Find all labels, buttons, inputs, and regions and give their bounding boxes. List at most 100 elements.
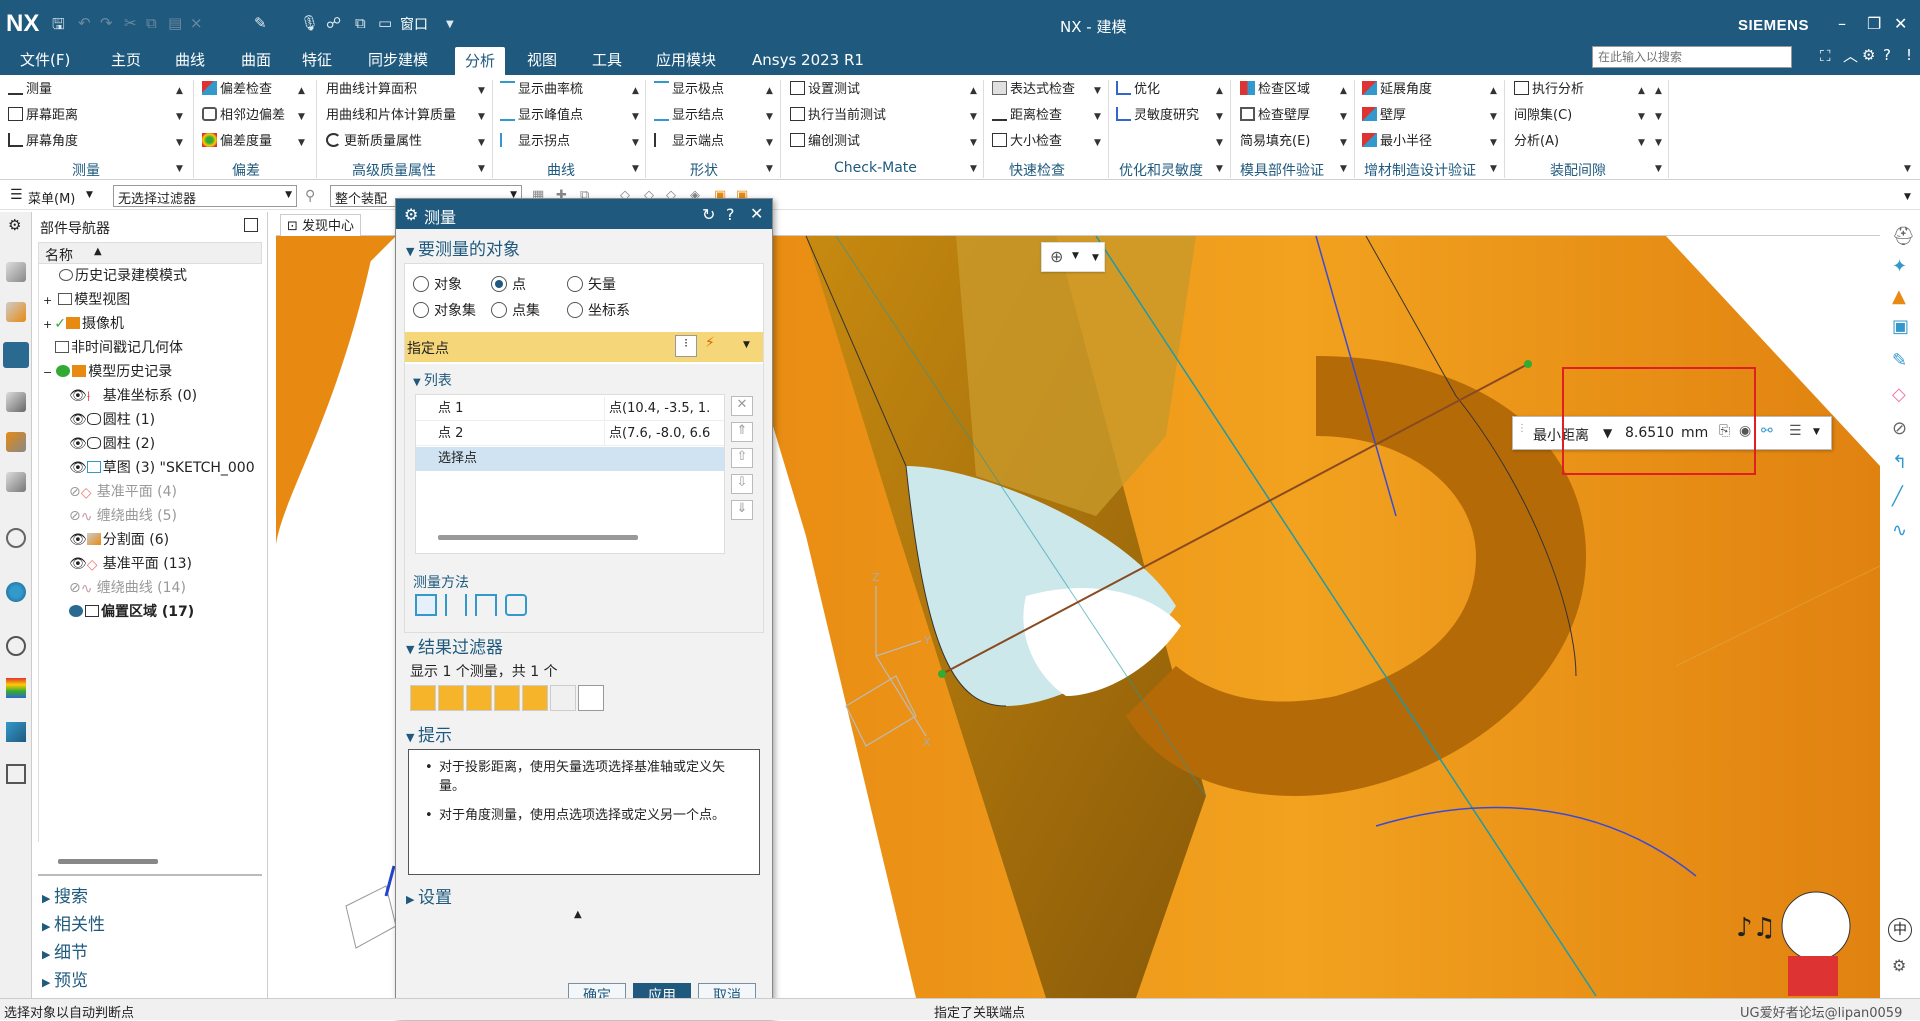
move-up-icon[interactable]: ⇧ xyxy=(731,448,753,468)
menu-tools[interactable]: 工具 xyxy=(592,48,622,72)
restore-icon[interactable]: ❐ xyxy=(1867,14,1881,33)
clearance-analysis-tool[interactable]: 分析(A) xyxy=(1514,132,1559,152)
move-down-icon[interactable]: ⇩ xyxy=(731,474,753,494)
eye-hidden-icon[interactable]: ⊘ xyxy=(69,580,81,596)
tree-row[interactable]: ⊘∿ 缠绕曲线 (14) xyxy=(69,576,303,600)
redo-icon[interactable]: ↷ xyxy=(100,14,113,32)
chinese-ime-icon[interactable]: 中 xyxy=(1888,918,1912,942)
preview-section[interactable]: ▶ 预览 xyxy=(42,966,88,991)
expression-check-tool[interactable]: 表达式检查 xyxy=(992,80,1075,100)
menu-chevron-icon[interactable]: ▼ xyxy=(86,190,93,200)
column-name[interactable]: 名称 xyxy=(45,245,73,265)
chevron-down-icon[interactable]: ▼ xyxy=(1340,112,1347,122)
area-by-curves-tool[interactable]: 用曲线计算面积 xyxy=(326,80,417,100)
details-section[interactable]: ▶ 细节 xyxy=(42,938,88,963)
dependencies-section[interactable]: ▶ 相关性 xyxy=(42,910,105,935)
drag-handle-icon[interactable]: ⋮ xyxy=(1517,423,1527,434)
chevron-down-icon[interactable]: ▼ xyxy=(1655,138,1662,148)
extrude-icon[interactable]: ▲ xyxy=(1892,286,1906,307)
maximize-panel-icon[interactable] xyxy=(244,218,258,232)
eye-icon[interactable]: 👁 xyxy=(69,388,87,404)
menu-file[interactable]: 文件(F) xyxy=(20,48,70,72)
spline-tool-icon[interactable]: ∿ xyxy=(1892,520,1907,541)
radio-point[interactable]: 点 xyxy=(491,274,526,294)
chevron-down-icon[interactable]: ▼ xyxy=(1490,112,1497,122)
menu-view[interactable]: 视图 xyxy=(527,48,557,72)
hat-icon[interactable]: ⛑ xyxy=(1892,226,1915,247)
hamburger-icon[interactable]: ☰ xyxy=(10,187,23,203)
checkmark-icon[interactable]: ✓ xyxy=(54,316,66,332)
tree-row[interactable]: 👁 圆柱 (2) xyxy=(69,432,303,456)
min-radius-tool[interactable]: 最小半径 xyxy=(1362,132,1432,152)
radio-object-set[interactable]: 对象集 xyxy=(413,300,476,320)
distance-check-tool[interactable]: 距离检查 xyxy=(992,106,1062,126)
show-poles-tool[interactable]: 显示极点 xyxy=(654,80,724,100)
check-wall-thickness-tool[interactable]: 检查壁厚 xyxy=(1240,106,1310,126)
sort-asc-icon[interactable]: ▲ xyxy=(94,246,102,257)
eye-hidden-icon[interactable]: ⊘ xyxy=(69,508,81,524)
list-scrollbar[interactable] xyxy=(438,535,638,540)
chevron-down-icon[interactable]: ▼ xyxy=(176,112,183,122)
show-knots-tool[interactable]: 显示结点 xyxy=(654,106,724,126)
sensitivity-study-tool[interactable]: 灵敏度研究 xyxy=(1116,106,1199,126)
move-top-icon[interactable]: ⇑ xyxy=(731,422,753,442)
settings-section-header[interactable]: ▶ 设置 xyxy=(406,883,452,908)
chevron-up-icon[interactable]: ▲ xyxy=(1655,86,1662,96)
chevron-up-icon[interactable]: ▲ xyxy=(632,86,639,96)
tree-row[interactable]: − 模型历史记录 xyxy=(39,360,273,384)
chevron-down-icon[interactable]: ▼ xyxy=(1638,112,1645,122)
view-orient-icon[interactable]: ⊕ xyxy=(1050,247,1063,266)
collapse-dialog-icon[interactable]: ▲ xyxy=(574,909,582,920)
chevron-up-icon[interactable]: ▲ xyxy=(176,86,183,96)
deviation-check-tool[interactable]: 偏差检查 xyxy=(202,80,272,100)
result-filter-section-header[interactable]: ▼ 结果过滤器 xyxy=(406,633,503,658)
filter-angle-icon[interactable] xyxy=(438,685,464,711)
inferred-point-icon[interactable]: ⚡ xyxy=(705,335,735,357)
chevron-up-icon[interactable]: ▲ xyxy=(1216,86,1223,96)
window-icon[interactable]: ▭ xyxy=(378,14,392,32)
size-check-tool[interactable]: 大小检查 xyxy=(992,132,1062,152)
objects-section-header[interactable]: ▼ 要测量的对象 xyxy=(406,235,520,260)
filter-icon[interactable]: ⚲ xyxy=(305,188,315,204)
chevron-up-icon[interactable]: ▲ xyxy=(298,86,305,96)
window-menu[interactable]: 窗口 xyxy=(400,14,428,34)
associative-icon[interactable]: ⚯ xyxy=(1761,423,1773,439)
group-menu-icon[interactable]: ▼ xyxy=(970,164,977,174)
chevron-down-icon[interactable]: ▼ xyxy=(1655,112,1662,122)
sketch-tool-icon[interactable]: ✎ xyxy=(1892,350,1907,371)
group-menu-icon[interactable]: ▼ xyxy=(478,164,485,174)
search-input[interactable] xyxy=(1592,46,1792,68)
datum-plane-tool-icon[interactable]: ◇ xyxy=(1892,384,1906,405)
inflection-tool[interactable]: 显示拐点 xyxy=(500,132,570,152)
setup-test-tool[interactable]: 设置测试 xyxy=(790,80,860,100)
remove-icon[interactable]: ✕ xyxy=(731,396,753,416)
palette-icon[interactable] xyxy=(6,678,26,698)
search-icon[interactable]: ⌕ xyxy=(1795,48,1802,63)
delete-icon[interactable]: ⨯ xyxy=(190,14,203,32)
tree-row[interactable]: 非时间戳记几何体 xyxy=(55,336,289,360)
tree-row[interactable]: 👁 草图 (3) "SKETCH_000 xyxy=(69,456,303,480)
radio-vector[interactable]: 矢量 xyxy=(567,274,616,294)
close-window-icon[interactable]: ✕ xyxy=(1894,14,1907,33)
tree-row[interactable]: 👁 分割面 (6) xyxy=(69,528,303,552)
collapse-ribbon-icon[interactable]: ︿ xyxy=(1843,45,1858,66)
tab-discovery-center[interactable]: ⊡ 发现中心 xyxy=(280,214,362,236)
curve-tool-icon[interactable]: ↰ xyxy=(1892,452,1907,473)
copy-icon[interactable]: ⧉ xyxy=(146,14,157,32)
help-icon[interactable]: ? xyxy=(1883,46,1891,64)
table-row-selected[interactable]: 选择点 xyxy=(416,447,724,471)
filter-radius-icon[interactable] xyxy=(550,685,576,711)
chevron-down-icon[interactable]: ▼ xyxy=(970,112,977,122)
method-projected-icon[interactable] xyxy=(445,594,467,616)
chevron-down-icon[interactable]: ▼ xyxy=(743,340,750,350)
table-row[interactable]: 点 2 点(7.6, -8.0, 6.6 xyxy=(416,422,724,446)
chevron-down-icon[interactable]: ▼ xyxy=(478,86,485,96)
close-dialog-icon[interactable]: ✕ xyxy=(750,204,763,223)
radio-object[interactable]: 对象 xyxy=(413,274,462,294)
eye-icon[interactable]: 👁 xyxy=(69,460,87,476)
touch-mode-icon[interactable]: ☍ xyxy=(326,14,341,32)
filter-curve-icon[interactable] xyxy=(466,685,492,711)
collapse-icon[interactable]: − xyxy=(43,366,52,379)
list-section-header[interactable]: ▼ 列表 xyxy=(413,370,452,390)
filter-distance-icon[interactable] xyxy=(410,685,436,711)
